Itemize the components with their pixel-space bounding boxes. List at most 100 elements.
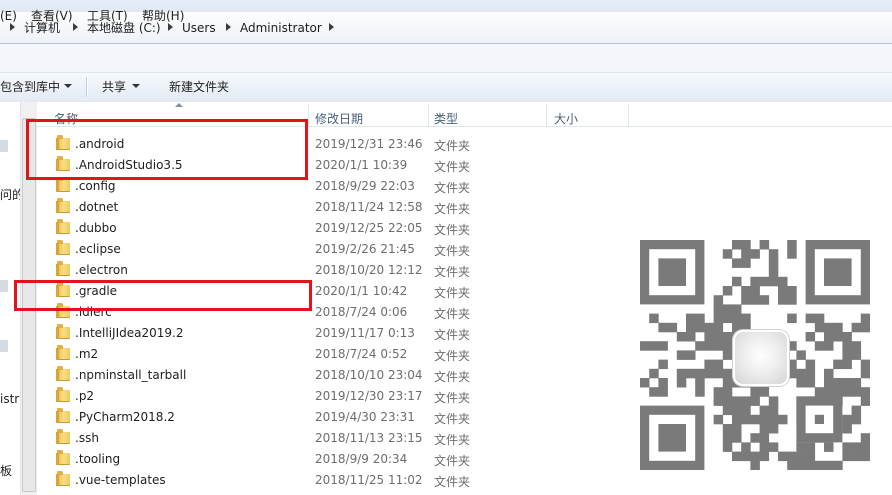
file-row[interactable]: .config 2018/9/29 22:03 文件夹 xyxy=(37,177,637,199)
file-date-modified: 2018/11/13 23:15 xyxy=(315,431,423,445)
file-type: 文件夹 xyxy=(434,412,471,426)
file-name[interactable]: .tooling xyxy=(75,452,120,466)
file-type: 文件夹 xyxy=(434,244,471,258)
menu-edit[interactable]: (E) xyxy=(0,9,17,23)
file-type: 文件夹 xyxy=(434,139,471,153)
nav-item-label[interactable]: istr xyxy=(0,392,20,406)
column-divider[interactable] xyxy=(546,104,547,126)
file-date-modified: 2019/2/26 21:45 xyxy=(315,242,415,256)
file-date-modified: 2019/12/30 23:17 xyxy=(315,389,423,403)
folder-icon xyxy=(56,471,70,486)
file-name[interactable]: .eclipse xyxy=(75,242,121,256)
column-header-type[interactable]: 类型 xyxy=(434,110,458,127)
folder-icon xyxy=(56,177,70,192)
folder-icon xyxy=(56,387,70,402)
file-name[interactable]: .ssh xyxy=(75,431,99,445)
qr-center-logo xyxy=(733,330,789,386)
file-date-modified: 2020/1/1 10:42 xyxy=(315,284,408,298)
file-date-modified: 2018/11/25 11:02 xyxy=(315,473,423,487)
file-name[interactable]: .dotnet xyxy=(75,200,118,214)
file-type: 文件夹 xyxy=(434,370,471,384)
column-divider[interactable] xyxy=(628,104,629,126)
folder-icon xyxy=(56,345,70,360)
file-date-modified: 2018/11/24 12:58 xyxy=(315,200,423,214)
include-in-library-button[interactable]: 包含到库中 xyxy=(0,79,60,95)
file-date-modified: 2019/11/17 0:13 xyxy=(315,326,415,340)
folder-icon xyxy=(56,366,70,381)
new-folder-button[interactable]: 新建文件夹 xyxy=(169,79,229,95)
file-name[interactable]: .PyCharm2018.2 xyxy=(75,410,175,424)
file-date-modified: 2019/12/25 22:05 xyxy=(315,221,423,235)
file-date-modified: 2018/10/10 23:04 xyxy=(315,368,423,382)
file-row[interactable]: .p2 2019/12/30 23:17 文件夹 xyxy=(37,387,637,409)
file-name[interactable]: .dubbo xyxy=(75,221,117,235)
folder-icon xyxy=(56,429,70,444)
file-date-modified: 2020/1/1 10:39 xyxy=(315,158,408,172)
share-button[interactable]: 共享 xyxy=(102,79,126,95)
file-name[interactable]: .config xyxy=(75,179,116,193)
file-name[interactable]: .IntelliJIdea2019.2 xyxy=(75,326,183,340)
folder-icon xyxy=(56,324,70,339)
nav-item-label[interactable]: 问的 xyxy=(0,186,20,203)
file-date-modified: 2019/12/31 23:46 xyxy=(315,137,423,151)
file-name[interactable]: .electron xyxy=(75,263,128,277)
folder-icon xyxy=(56,261,70,276)
column-header-date[interactable]: 修改日期 xyxy=(315,110,363,127)
file-row[interactable]: .ssh 2018/11/13 23:15 文件夹 xyxy=(37,429,637,451)
file-row[interactable]: .dotnet 2018/11/24 12:58 文件夹 xyxy=(37,198,637,220)
file-type: 文件夹 xyxy=(434,160,471,174)
file-type: 文件夹 xyxy=(434,328,471,342)
dropdown-arrow-icon[interactable] xyxy=(64,84,72,88)
file-date-modified: 2018/7/24 0:52 xyxy=(315,347,408,361)
file-type: 文件夹 xyxy=(434,349,471,363)
folder-icon xyxy=(56,198,70,213)
sort-ascending-icon xyxy=(175,103,183,107)
file-row[interactable]: .m2 2018/7/24 0:52 文件夹 xyxy=(37,345,637,367)
highlight-box xyxy=(14,280,312,311)
file-type: 文件夹 xyxy=(434,391,471,405)
dropdown-arrow-icon[interactable] xyxy=(132,84,140,88)
file-date-modified: 2019/4/30 23:31 xyxy=(315,410,415,424)
chevron-right-icon[interactable] xyxy=(73,23,78,31)
file-row[interactable]: .dubbo 2019/12/25 22:05 文件夹 xyxy=(37,219,637,241)
nav-item-label[interactable]: 板 xyxy=(0,462,20,479)
file-row[interactable]: .vue-templates 2018/11/25 11:02 文件夹 xyxy=(37,471,637,493)
file-date-modified: 2018/9/29 22:03 xyxy=(315,179,415,193)
nav-item-marker xyxy=(0,340,8,352)
column-header-size[interactable]: 大小 xyxy=(554,110,578,127)
file-date-modified: 2018/9/9 20:34 xyxy=(315,452,408,466)
file-row[interactable]: .eclipse 2019/2/26 21:45 文件夹 xyxy=(37,240,637,262)
file-row[interactable]: .PyCharm2018.2 2019/4/30 23:31 文件夹 xyxy=(37,408,637,430)
chevron-right-icon[interactable] xyxy=(168,23,173,31)
file-date-modified: 2018/7/24 0:06 xyxy=(315,305,408,319)
breadcrumb-users[interactable]: Users xyxy=(182,20,216,36)
file-row[interactable]: .npminstall_tarball 2018/10/10 23:04 文件夹 xyxy=(37,366,637,388)
file-name[interactable]: .npminstall_tarball xyxy=(75,368,186,382)
column-divider[interactable] xyxy=(428,104,429,126)
folder-icon xyxy=(56,450,70,465)
file-type: 文件夹 xyxy=(434,307,471,321)
file-type: 文件夹 xyxy=(434,286,471,300)
file-name[interactable]: .m2 xyxy=(75,347,98,361)
chevron-right-icon[interactable] xyxy=(329,23,334,31)
chevron-right-icon[interactable] xyxy=(10,23,15,31)
menu-bar xyxy=(0,44,892,72)
file-type: 文件夹 xyxy=(434,433,471,447)
highlight-box xyxy=(26,119,308,180)
file-row[interactable]: .IntelliJIdea2019.2 2019/11/17 0:13 文件夹 xyxy=(37,324,637,346)
file-row[interactable]: .tooling 2018/9/9 20:34 文件夹 xyxy=(37,450,637,472)
file-name[interactable]: .p2 xyxy=(75,389,94,403)
column-divider[interactable] xyxy=(308,104,309,126)
chevron-right-icon[interactable] xyxy=(226,23,231,31)
file-type: 文件夹 xyxy=(434,454,471,468)
nav-item-marker xyxy=(0,280,8,292)
file-type: 文件夹 xyxy=(434,475,471,489)
menu-view[interactable]: 查看(V) xyxy=(31,9,73,23)
menu-help[interactable]: 帮助(H) xyxy=(142,9,184,23)
menu-tools[interactable]: 工具(T) xyxy=(87,9,128,23)
file-name[interactable]: .vue-templates xyxy=(75,473,166,487)
breadcrumb-administrator[interactable]: Administrator xyxy=(240,20,322,36)
toolbar-divider xyxy=(86,77,88,97)
file-type: 文件夹 xyxy=(434,181,471,195)
folder-icon xyxy=(56,408,70,423)
